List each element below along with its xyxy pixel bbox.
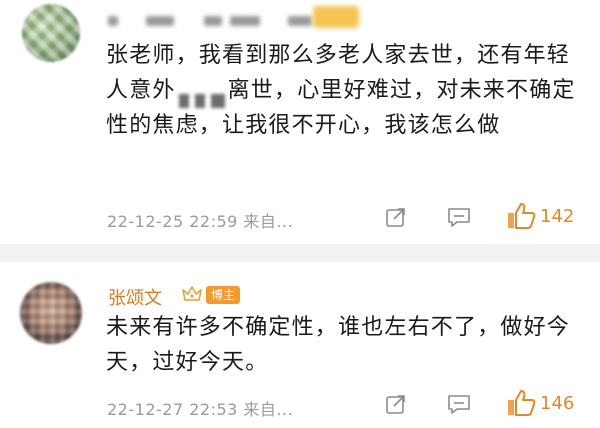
vip-crown-icon [182,286,202,301]
comment-meta: 22-12-25 22:59 来自... [107,208,293,232]
blurred-badge [313,6,359,28]
share-icon[interactable] [385,206,407,228]
comment-text: 未来有许多不确定性，谁也左右不了，做好今天，过好今天。 [106,315,571,375]
like-count: 142 [540,206,575,227]
comment-text: 张老师，我看到那么多老人家去世，还有年轻人意外 离世，心里好难过，对未来不确定性的… [106,43,576,138]
timestamp: 22-12-25 22:59 [107,212,238,231]
timestamp: 22-12-27 22:53 [107,400,238,419]
share-icon[interactable] [385,393,407,415]
like-icon[interactable] [506,202,536,230]
avatar[interactable] [20,282,82,344]
username[interactable]: 张颂文 [108,284,162,310]
like-icon[interactable] [506,389,536,417]
source-label: 来自... [243,212,294,231]
comment-divider [0,244,600,262]
like-count: 146 [540,393,575,414]
reply-icon[interactable] [447,393,471,415]
comment-item: 张老师，我看到那么多老人家去世，还有年轻人意外 离世，心里好难过，对未来不确定性的… [0,0,600,244]
reply-icon[interactable] [447,206,471,228]
author-badge: 博主 [206,286,241,304]
source-label: 来自... [243,400,294,419]
redacted-text [176,83,228,108]
comment-item: 张颂文 博主 未来有许多不确定性，谁也左右不了，做好今天，过好今天。 22-12… [0,262,600,428]
avatar[interactable] [22,4,80,62]
comment-meta: 22-12-27 22:53 来自... [107,396,293,420]
